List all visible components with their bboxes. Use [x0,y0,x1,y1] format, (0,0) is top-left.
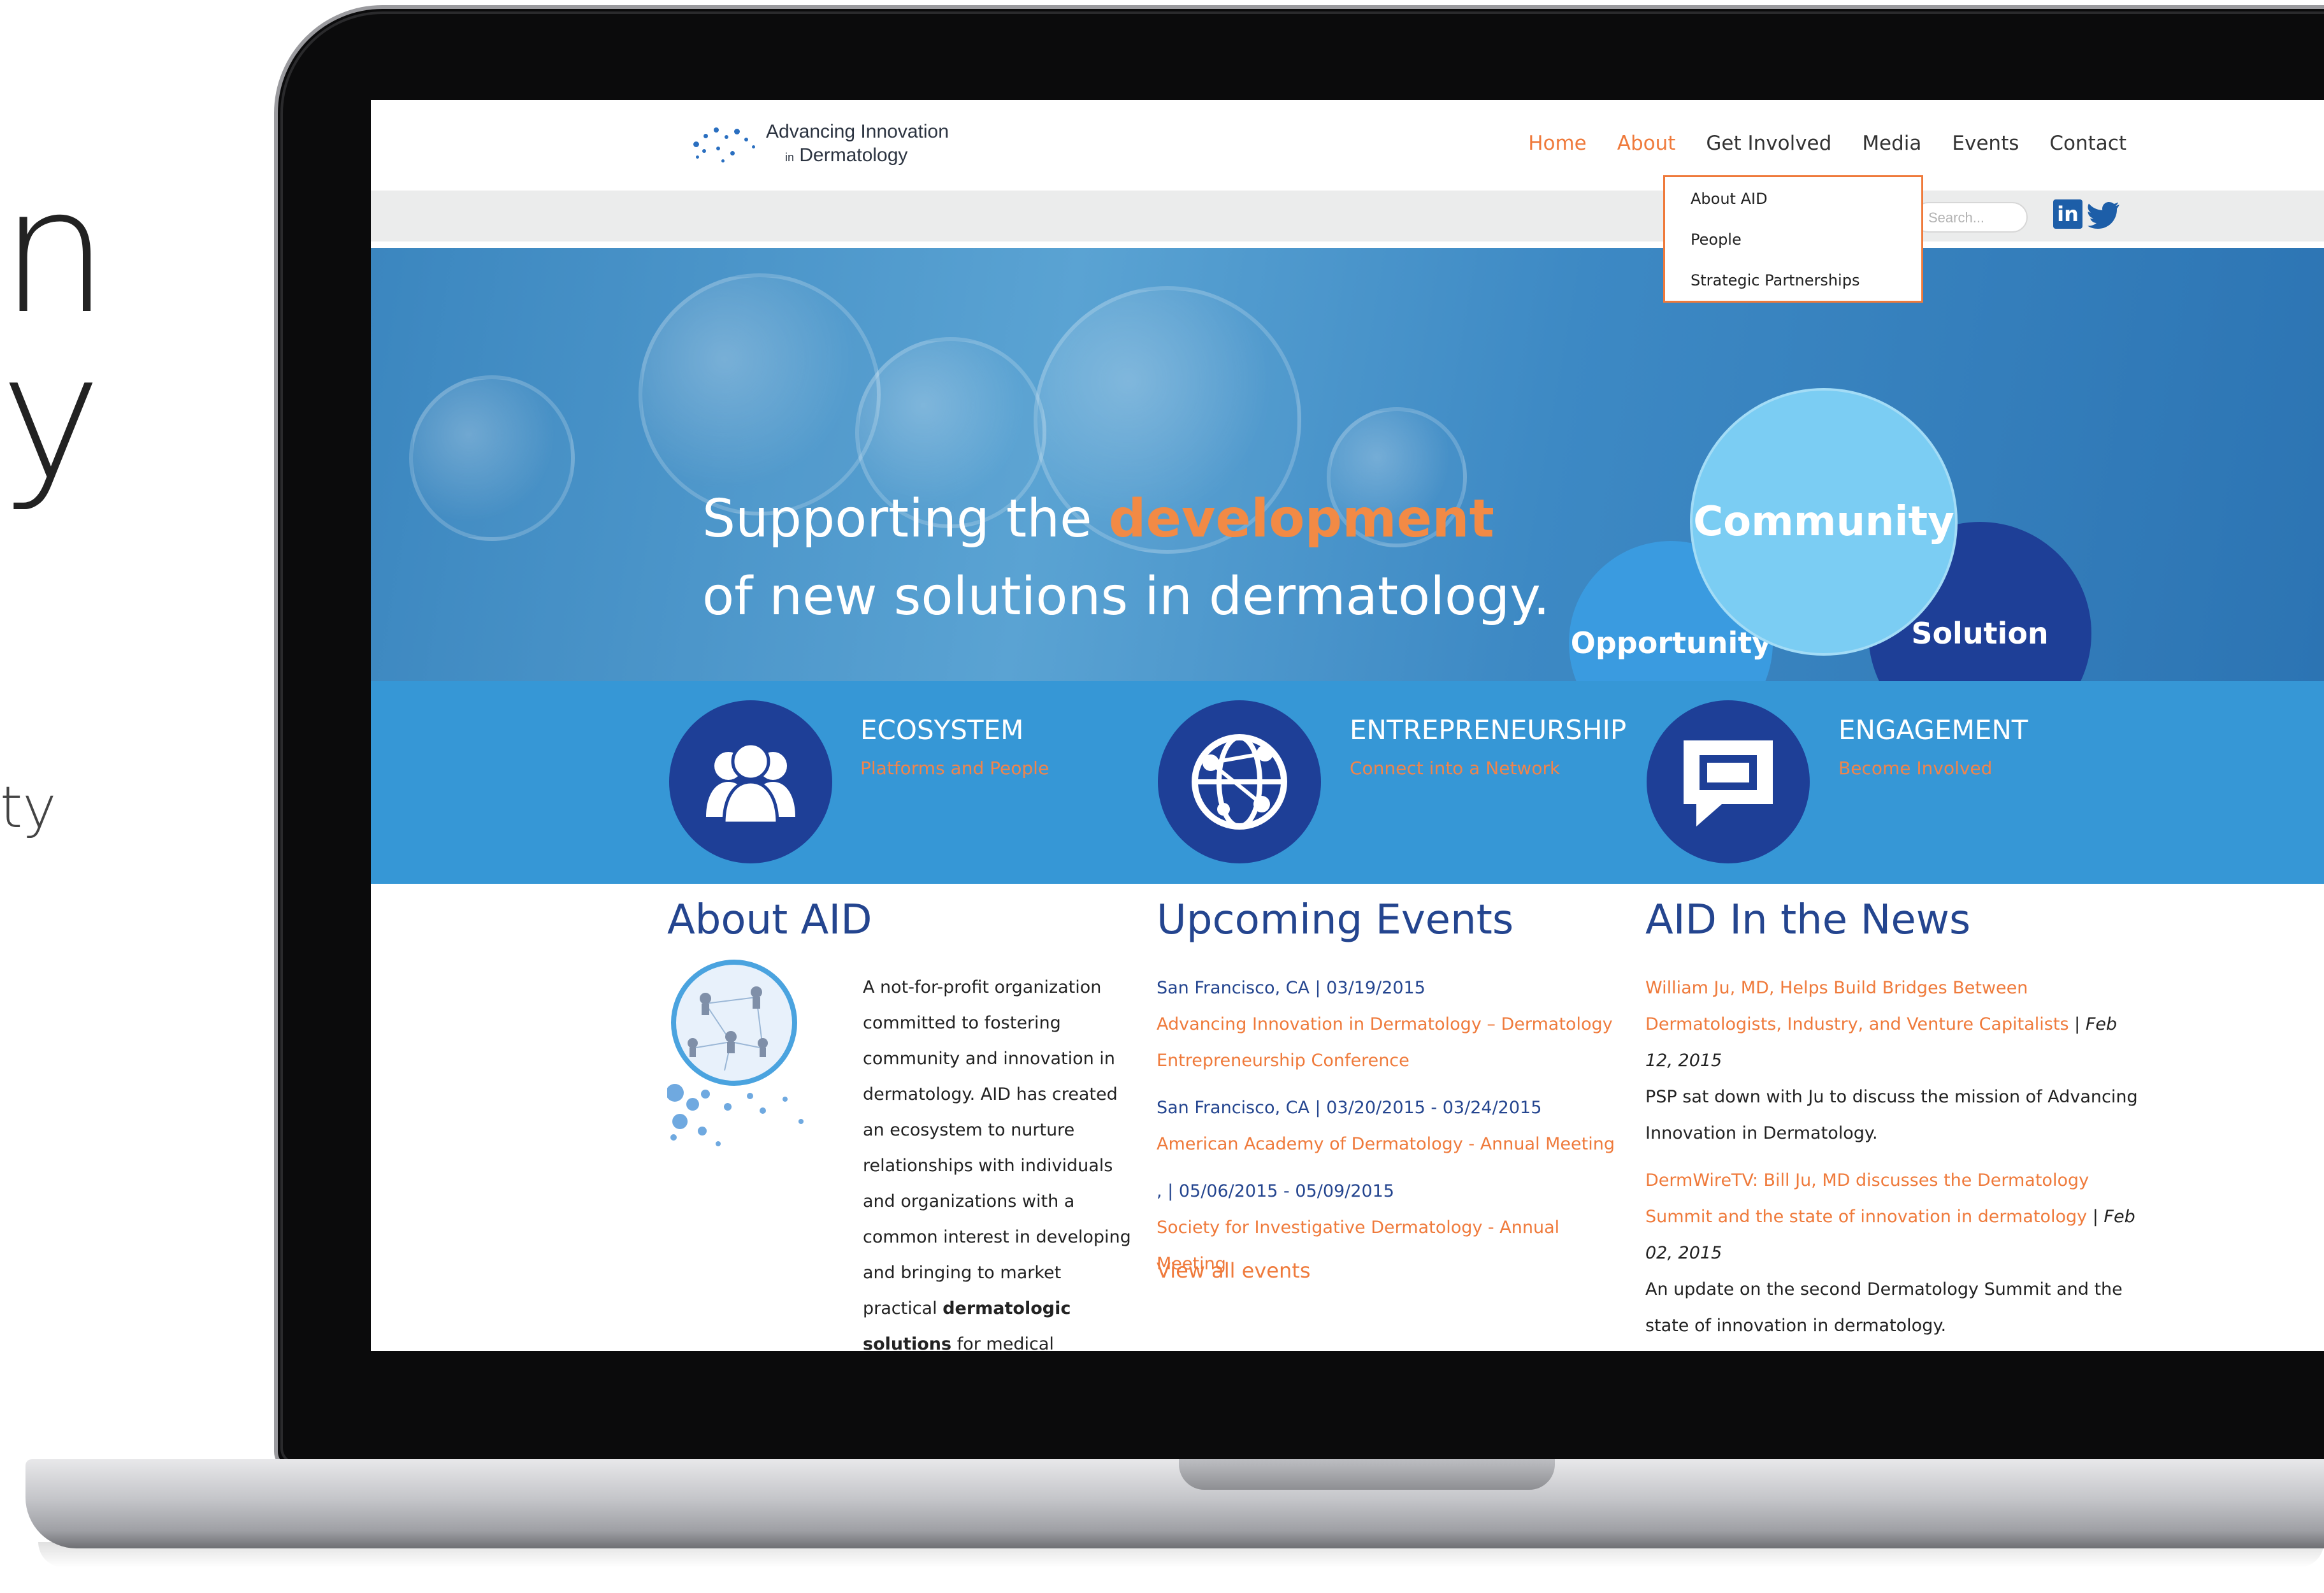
nav-item-about[interactable]: About [1617,132,1676,155]
globe-network-icon[interactable] [1158,700,1321,863]
people-icon[interactable] [669,700,832,863]
laptop-screen: Advancing Innovation in Dermatology Home… [371,100,2324,1351]
news-title-link[interactable]: DermWireTV: Bill Ju, MD discusses the De… [1645,1171,2089,1227]
event-item: San Francisco, CA | 03/20/2015 - 03/24/2… [1157,1090,1628,1162]
laptop-notch [1179,1459,1555,1490]
feature-subtitle-entrepreneurship[interactable]: Connect into a Network [1350,758,1560,779]
event-meta: San Francisco, CA | 03/19/2015 [1157,978,1425,998]
events-heading: Upcoming Events [1157,897,1514,944]
view-all-events-link[interactable]: View all events [1157,1258,1310,1283]
feature-title-entrepreneurship[interactable]: ENTREPRENEURSHIP [1350,714,1626,746]
hero-bubble [639,273,881,515]
side-heading-fragment-2: y [0,317,102,517]
feature-title-ecosystem[interactable]: ECOSYSTEM [860,714,1023,746]
search-input[interactable]: Search... [1913,202,2028,233]
about-heading: About AID [667,897,872,944]
event-item: San Francisco, CA | 03/19/2015 Advancing… [1157,970,1628,1079]
network-globe-image [666,959,814,1150]
features-band: ECOSYSTEM Platforms and People ENTREPREN… [371,681,2324,884]
dropdown-item-people[interactable]: People [1691,231,1742,249]
feature-subtitle-engagement[interactable]: Become Involved [1838,758,1992,779]
about-dropdown-menu: About AID People Strategic Partnerships [1663,175,1923,303]
event-title-link[interactable]: Advancing Innovation in Dermatology – De… [1157,1006,1628,1079]
hero-headline-line2: of new solutions in dermatology. [702,566,1550,627]
event-title-link[interactable]: American Academy of Dermatology - Annual… [1157,1126,1628,1162]
nav-item-events[interactable]: Events [1952,132,2019,155]
news-separator: | [2074,1014,2081,1034]
feature-subtitle-ecosystem[interactable]: Platforms and People [860,758,1049,779]
nav-item-contact[interactable]: Contact [2049,132,2126,155]
circle-community: Community [1690,388,1958,656]
hero-headline-line1: Supporting the development [702,489,1494,549]
news-title-link[interactable]: William Ju, MD, Helps Build Bridges Betw… [1645,978,2069,1034]
linkedin-icon[interactable]: in [2053,199,2082,229]
site-header: Advancing Innovation in Dermatology Home… [371,100,2324,191]
event-meta: San Francisco, CA | 03/20/2015 - 03/24/2… [1157,1098,1542,1118]
logo-title: Advancing Innovation [766,121,949,142]
news-item: William Ju, MD, Helps Build Bridges Betw… [1645,970,2142,1151]
nav-item-get-involved[interactable]: Get Involved [1706,132,1831,155]
laptop-base [25,1459,2324,1548]
nav-item-media[interactable]: Media [1862,132,1921,155]
feature-title-engagement[interactable]: ENGAGEMENT [1838,714,2028,746]
hero-bubble [409,375,575,541]
event-meta: , | 05/06/2015 - 05/09/2015 [1157,1181,1394,1201]
chat-bubble-icon[interactable] [1647,700,1810,863]
news-heading: AID In the News [1645,897,1971,944]
dropdown-item-strategic-partnerships[interactable]: Strategic Partnerships [1691,271,1859,289]
dropdown-item-about-aid[interactable]: About AID [1691,190,1768,208]
hero-banner: Supporting the development of new soluti… [371,248,2324,681]
twitter-icon[interactable] [2088,199,2121,229]
news-description: An update on the second Dermatology Summ… [1645,1279,2123,1336]
side-subtext-fragment: ty [0,774,57,841]
site-logo[interactable]: Advancing Innovation in Dermatology [689,116,957,170]
news-item: DermWireTV: Bill Ju, MD discusses the De… [1645,1162,2142,1344]
utility-bar [371,191,2324,241]
logo-subtitle: in Dermatology [785,145,908,166]
main-nav: Home About Get Involved Media Events Con… [1528,132,2126,155]
side-heading-fragment-1: n [0,151,110,352]
about-description: A not-for-profit organization committed … [863,977,1131,1351]
news-separator: | [2092,1207,2098,1227]
nav-item-home[interactable]: Home [1528,132,1587,155]
news-description: PSP sat down with Ju to discuss the miss… [1645,1087,2138,1143]
